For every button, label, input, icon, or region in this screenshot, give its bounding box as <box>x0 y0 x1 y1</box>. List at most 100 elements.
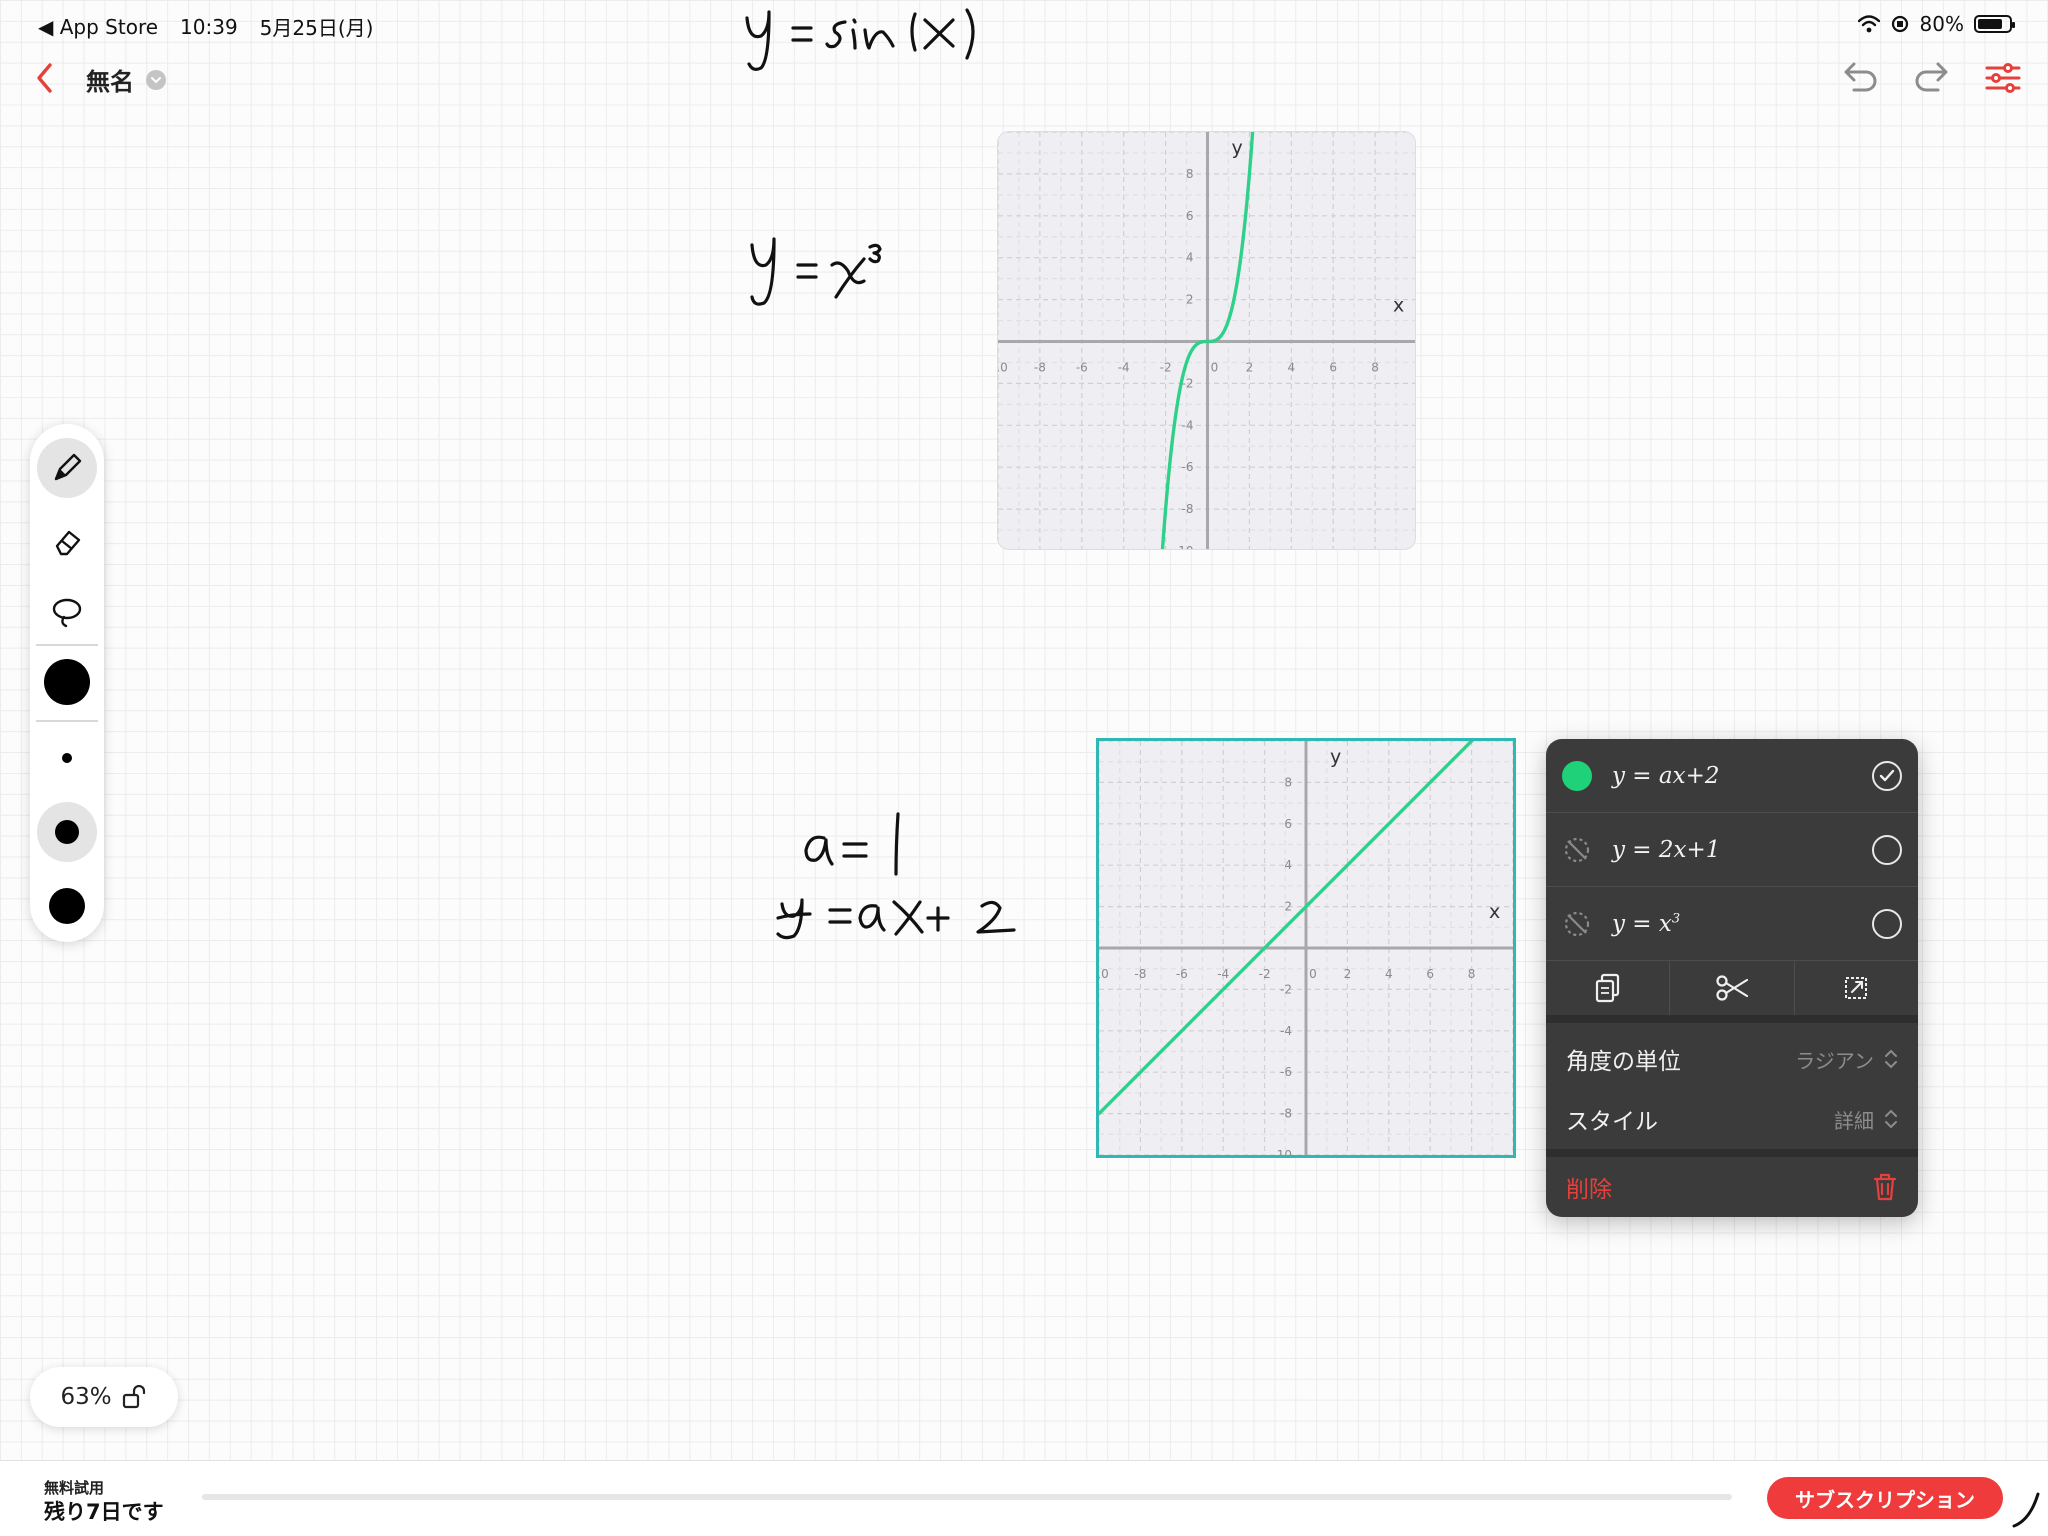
equation-label: y = ax+2 <box>1612 762 1720 789</box>
x-tick-label: 4 <box>1385 967 1393 981</box>
pencil-corner-stroke-icon <box>2012 1492 2040 1528</box>
y-tick-label: 4 <box>1186 251 1194 265</box>
equation-base: y = x <box>1612 910 1672 937</box>
graph-plot: -10-8-6-4-2024688642-2-4-6-8-10xy <box>1099 741 1513 1155</box>
style-select[interactable]: 詳細 <box>1834 1105 1898 1134</box>
zoom-indicator[interactable]: 63% <box>30 1367 178 1427</box>
y-axis-label: y <box>1232 137 1243 159</box>
copy-button[interactable] <box>1546 961 1671 1015</box>
delete-label: 削除 <box>1566 1177 1612 1203</box>
stroke-dot-medium <box>55 820 79 844</box>
x-tick-label: -10 <box>998 361 1008 375</box>
battery-icon <box>1974 15 2015 33</box>
document-title[interactable]: 無名 <box>86 62 166 97</box>
pen-tool-button[interactable] <box>37 438 97 498</box>
y-tick-label: 4 <box>1284 858 1292 872</box>
color-picker-black[interactable] <box>37 652 97 712</box>
visibility-dot-icon[interactable] <box>1562 760 1592 791</box>
stroke-size-small[interactable] <box>37 728 97 788</box>
equation-row[interactable]: y = 2x+1 <box>1546 813 1918 887</box>
equation-popover: y = ax+2 y = 2x+1 y = x3 角度の単位 ラジアン スタイル… <box>1546 739 1918 1217</box>
y-tick-label: 8 <box>1284 775 1292 789</box>
title-menu-chevron-icon[interactable] <box>146 69 166 90</box>
trash-icon[interactable] <box>1872 1172 1898 1202</box>
updown-chevron-icon <box>1885 1049 1897 1069</box>
eraser-tool-button[interactable] <box>37 512 97 572</box>
style-row[interactable]: スタイル 詳細 <box>1546 1089 1918 1149</box>
x-tick-label: 8 <box>1371 361 1379 375</box>
resize-button[interactable] <box>1795 961 1918 1015</box>
equation-label: y = 2x+1 <box>1612 836 1721 863</box>
status-time: 10:39 <box>180 14 238 39</box>
lasso-tool-button[interactable] <box>37 582 97 642</box>
copy-icon <box>1595 973 1619 1003</box>
graph-card-x-cubed[interactable]: -10-8-6-4-2024688642-2-4-6-8-10xy <box>997 131 1416 550</box>
stroke-size-large[interactable] <box>37 876 97 936</box>
redo-icon[interactable] <box>1912 60 1952 96</box>
toolbar-divider <box>36 720 98 722</box>
back-to-app-link[interactable]: ◀ App Store <box>38 15 158 39</box>
y-tick-label: -4 <box>1280 1024 1292 1038</box>
updown-chevron-icon <box>1885 1109 1897 1129</box>
cut-button[interactable] <box>1670 961 1795 1015</box>
action-bar <box>1546 961 1918 1023</box>
x-tick-label: -10 <box>1099 967 1109 981</box>
battery-percentage: 80% <box>1919 12 1964 36</box>
x-tick-label: -4 <box>1118 361 1130 375</box>
settings-sliders-icon[interactable] <box>1984 60 2022 96</box>
graph-plot: -10-8-6-4-2024688642-2-4-6-8-10xy <box>998 132 1415 550</box>
equation-row[interactable]: y = ax+2 <box>1546 739 1918 813</box>
x-tick-label: -2 <box>1160 361 1172 375</box>
x-tick-label: 6 <box>1329 361 1337 375</box>
y-tick-label: -4 <box>1182 418 1194 432</box>
y-tick-label: -10 <box>1272 1148 1292 1155</box>
x-tick-label: 2 <box>1246 361 1254 375</box>
back-chevron-icon[interactable] <box>34 62 56 94</box>
graph-card-ax-plus-2[interactable]: -10 -8 -6 -4 -2 0 2 4 6 8 8 6 4 2 -2 -4 -6 -8 -10 x y <box>1096 738 1516 1158</box>
style-value: 詳細 <box>1834 1108 1874 1133</box>
ink-y-equals-x-cubed[interactable] <box>740 225 920 315</box>
subscription-button[interactable]: サブスクリプション <box>1767 1477 2003 1519</box>
y-tick-label: -10 <box>1174 544 1194 550</box>
x-tick-label: -8 <box>1134 967 1146 981</box>
status-bar-left: ◀ App Store 10:39 5月25日(月) <box>38 12 373 41</box>
x-tick-label: -4 <box>1217 967 1229 981</box>
y-tick-label: 2 <box>1284 900 1292 914</box>
trial-label: 無料試用 <box>44 1479 105 1497</box>
ink-y-equals-sin-x[interactable] <box>735 0 1035 80</box>
x-tick-label: 0 <box>1309 967 1317 981</box>
y-tick-label: 2 <box>1186 293 1194 307</box>
angle-unit-row[interactable]: 角度の単位 ラジアン <box>1546 1029 1918 1089</box>
y-axis-label: y <box>1330 746 1341 768</box>
document-title-label: 無名 <box>86 68 134 96</box>
drawing-toolbar <box>30 424 104 942</box>
hidden-eye-icon[interactable] <box>1562 909 1592 939</box>
orientation-lock-icon <box>1891 15 1908 33</box>
delete-row[interactable]: 削除 <box>1546 1149 1918 1217</box>
ink-a-equals-1[interactable] <box>780 800 940 890</box>
y-tick-label: -8 <box>1280 1107 1292 1121</box>
radio-circle-icon[interactable] <box>1872 908 1902 939</box>
wifi-icon <box>1857 15 1880 33</box>
unlock-icon[interactable] <box>122 1385 148 1409</box>
radio-circle-icon[interactable] <box>1872 834 1902 865</box>
x-tick-label: -6 <box>1176 967 1188 981</box>
x-tick-label: 6 <box>1426 967 1434 981</box>
equation-label: y = x3 <box>1612 911 1872 937</box>
stroke-size-medium[interactable] <box>37 802 97 862</box>
scissors-icon <box>1716 975 1749 1001</box>
checkmark-circle-icon[interactable] <box>1872 760 1902 791</box>
x-axis-label: x <box>1489 901 1500 923</box>
lasso-icon <box>52 598 82 628</box>
hidden-eye-icon[interactable] <box>1562 835 1592 865</box>
angle-unit-value: ラジアン <box>1795 1048 1874 1073</box>
status-date: 5月25日(月) <box>259 16 374 40</box>
undo-icon[interactable] <box>1840 60 1880 96</box>
equation-row[interactable]: y = x3 <box>1546 887 1918 961</box>
toolbar-divider <box>36 644 98 646</box>
battery-fill <box>1978 19 2002 29</box>
angle-unit-select[interactable]: ラジアン <box>1795 1045 1898 1074</box>
y-tick-label: -6 <box>1280 1065 1292 1079</box>
ink-y-equals-ax-plus-2[interactable] <box>770 880 1050 950</box>
y-tick-label: 6 <box>1186 209 1194 223</box>
